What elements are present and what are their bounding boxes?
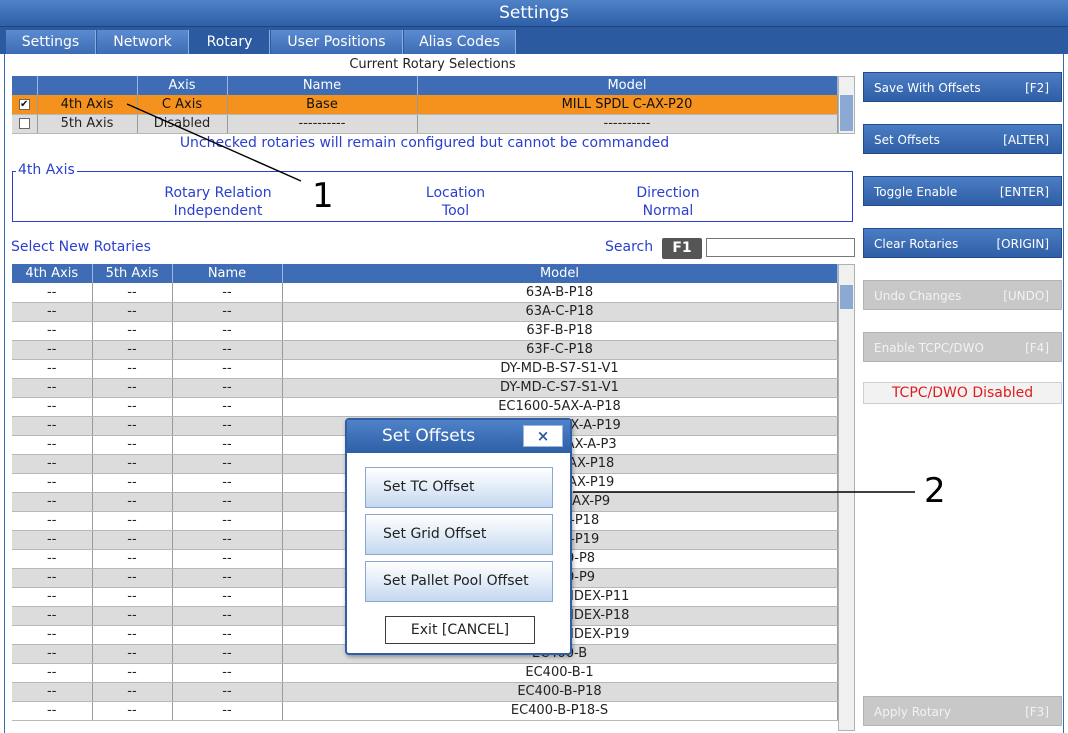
callout-number-1: 1 [312,176,334,216]
callout-line-1 [126,103,302,182]
callout-lines [126,103,915,493]
callout-number-2: 2 [924,471,946,511]
